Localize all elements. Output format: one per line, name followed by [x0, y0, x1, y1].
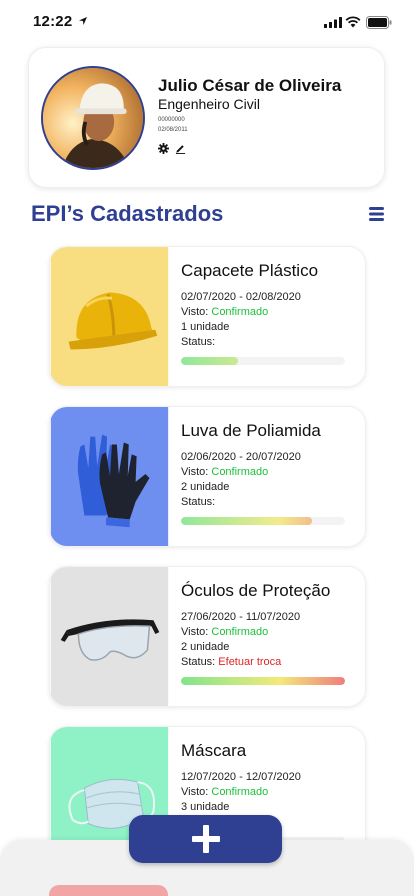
card-title: Luva de Poliamida — [181, 421, 321, 440]
glove-image — [50, 407, 169, 546]
card-title: Capacete Plástico — [181, 261, 319, 280]
status-label: Status: — [181, 656, 219, 668]
status-label: Status: — [181, 336, 216, 348]
visto-label: Visto: — [181, 786, 212, 798]
profile-id: 00000000 — [158, 117, 185, 123]
status-progress — [181, 357, 345, 365]
card-period: 27/06/2020 - 11/07/2020 — [181, 611, 301, 623]
visto-label: Visto: — [181, 626, 212, 638]
status-bar: 12:22 — [0, 0, 414, 44]
card-status: Status: Efetuar troca — [181, 656, 281, 668]
status-progress — [181, 517, 345, 525]
gear-icon[interactable] — [158, 143, 169, 154]
visto-value: Confirmado — [211, 786, 269, 798]
plus-icon — [191, 825, 220, 853]
menu-icon[interactable] — [369, 207, 384, 221]
next-card-preview — [49, 885, 168, 896]
goggles-image — [50, 567, 169, 706]
avatar-photo — [43, 68, 143, 168]
edit-icon[interactable] — [175, 143, 186, 154]
card-period: 02/07/2020 - 02/08/2020 — [181, 291, 301, 303]
visto-value: Confirmado — [211, 306, 269, 318]
battery-icon — [366, 16, 392, 29]
epi-card[interactable]: Óculos de Proteção 27/06/2020 - 11/07/20… — [49, 566, 366, 707]
card-visto: Visto: Confirmado — [181, 466, 268, 478]
visto-value: Confirmado — [211, 626, 269, 638]
wifi-icon — [345, 16, 361, 28]
profile-date: 02/08/2011 — [158, 127, 188, 133]
status-progress-fill — [181, 357, 239, 365]
card-quantity: 2 unidade — [181, 641, 230, 653]
card-image — [50, 247, 169, 386]
card-quantity: 2 unidade — [181, 481, 230, 493]
card-status: Status: — [181, 496, 215, 508]
card-title: Óculos de Proteção — [181, 581, 331, 600]
profile-card[interactable]: Julio César de Oliveira Engenheiro Civil… — [28, 47, 385, 188]
card-image — [50, 567, 169, 706]
status-value: Efetuar troca — [218, 656, 282, 668]
location-arrow-icon — [79, 17, 87, 25]
helmet-image — [50, 247, 169, 386]
card-quantity: 3 unidade — [181, 801, 230, 813]
visto-label: Visto: — [181, 466, 212, 478]
card-period: 12/07/2020 - 12/07/2020 — [181, 771, 301, 783]
profile-name: Julio César de Oliveira — [158, 76, 342, 95]
profile-role: Engenheiro Civil — [158, 96, 260, 112]
card-period: 02/06/2020 - 20/07/2020 — [181, 451, 301, 463]
epi-card[interactable]: Capacete Plástico 02/07/2020 - 02/08/202… — [49, 246, 366, 387]
card-status: Status: — [181, 336, 215, 348]
status-progress-fill — [181, 677, 345, 685]
card-quantity: 1 unidade — [181, 321, 230, 333]
card-title: Máscara — [181, 741, 247, 760]
card-image — [50, 407, 169, 546]
card-visto: Visto: Confirmado — [181, 306, 268, 318]
signal-icon — [324, 17, 342, 28]
visto-label: Visto: — [181, 306, 212, 318]
status-time: 12:22 — [33, 13, 73, 30]
status-progress — [181, 677, 345, 685]
visto-value: Confirmado — [211, 466, 269, 478]
section-title: EPI’s Cadastrados — [31, 201, 224, 226]
epi-card[interactable]: Luva de Poliamida 02/06/2020 - 20/07/202… — [49, 406, 366, 547]
card-visto: Visto: Confirmado — [181, 626, 268, 638]
status-progress-fill — [181, 517, 313, 525]
status-label: Status: — [181, 496, 216, 508]
card-visto: Visto: Confirmado — [181, 786, 268, 798]
add-epi-button[interactable] — [129, 815, 282, 863]
avatar[interactable] — [41, 66, 145, 170]
